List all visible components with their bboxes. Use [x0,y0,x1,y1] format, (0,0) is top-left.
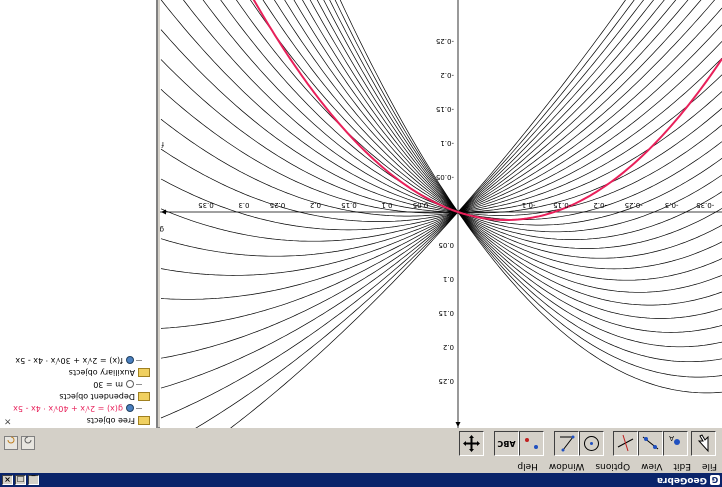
family-curve [160,59,722,213]
x-tick-label: -0.25 [625,201,643,209]
svg-text:A: A [669,434,674,442]
family-curve [160,0,722,306]
x-tick-label: -0.15 [553,201,571,209]
curve-label-g: g [160,226,164,234]
folder-icon [138,368,150,377]
x-tick-label: -0.35 [696,201,714,209]
toolbar: A ABC [0,427,722,459]
arrow-icon [697,434,709,453]
algebra-item-text: f(x) = 2√x + 30√x · 4x - 5x [15,356,123,365]
visibility-icon[interactable] [126,356,134,365]
folder-dependent-objects[interactable]: Dependent objects [59,392,150,401]
close-icon[interactable]: × [4,416,12,426]
algebra-item-g[interactable]: g(x) = 2√x + 40√x · 4x - 5x [13,404,142,413]
perpendicular-icon [617,434,634,452]
menu-window[interactable]: Window [549,461,585,471]
move-tool[interactable] [691,431,716,456]
undo-icon [24,436,32,444]
menu-view[interactable]: View [641,461,662,471]
folder-auxiliary-objects[interactable]: Auxiliary objects [69,368,150,377]
maximize-button[interactable]: □ [15,475,26,485]
geogebra-icon: G [710,475,720,485]
menu-edit[interactable]: Edit [674,461,691,471]
x-tick-label: 0.05 [413,201,429,209]
curve-label-f: f [161,140,164,148]
y-tick-label: -0.2 [440,71,454,79]
x-tick-label: -0.1 [522,201,536,209]
toolgroup-transform: ABC [494,431,544,456]
algebra-item-f[interactable]: f(x) = 2√x + 30√x · 4x - 5x [15,356,142,365]
geogebra-window: G GeoGebra _ □ × File Edit View Options … [0,0,722,487]
algebra-item-m[interactable]: m = 30 [93,380,142,389]
y-tick-label: -0.05 [436,173,454,181]
redo-button[interactable] [4,436,18,450]
x-tick-label: -0.3 [665,201,679,209]
x-tick-label: 0.15 [341,201,357,209]
point-icon: A [669,434,680,445]
circle-tool[interactable] [579,431,604,456]
folder-free-objects[interactable]: Free objects [87,416,150,425]
minimize-button[interactable]: _ [28,475,39,485]
tree-branch [136,360,142,361]
tree-branch [136,408,142,409]
x-tick-label: 0.2 [310,201,321,209]
y-tick-label: -0.15 [436,105,454,113]
line-icon [642,436,659,450]
redo-icon [7,436,15,444]
toolgroup-view [459,431,484,456]
graphics-view[interactable]: -0.4-0.35-0.3-0.25-0.2-0.15-0.10.050.10.… [160,0,722,428]
y-tick-label: 0.05 [438,241,454,249]
y-tick-label: 0.15 [438,309,454,317]
undo-button[interactable] [21,436,35,450]
x-tick-label: -0.2 [593,201,607,209]
y-tick-label: 0.1 [443,275,454,283]
folder-label: Auxiliary objects [68,368,135,377]
folder-icon [138,416,150,425]
line-tool[interactable] [638,431,663,456]
function-plot[interactable]: -0.4-0.35-0.3-0.25-0.2-0.15-0.10.050.10.… [160,0,722,428]
family-curve [160,0,722,329]
toolgroup-circle [554,431,604,456]
x-tick-label: 0.1 [381,201,392,209]
move-view-tool[interactable] [459,431,484,456]
visibility-icon[interactable] [126,404,134,413]
window-title: GeoGebra [656,475,707,485]
circle-icon [584,436,599,451]
y-tick-label: -0.25 [436,37,454,45]
y-tick-label: -0.1 [440,139,454,147]
move-view-icon [463,435,480,452]
folder-icon [138,392,150,401]
algebra-item-text: m = 30 [93,380,123,389]
x-tick-label: 0.35 [198,201,214,209]
reflect-tool[interactable] [519,431,544,456]
folder-label: Free objects [86,416,135,425]
folder-label: Dependent objects [59,392,135,401]
text-tool[interactable]: ABC [494,431,519,456]
algebra-view: × Free objects g(x) = 2√x + 40√x · 4x - … [0,0,158,428]
x-tick-label: 0.3 [238,201,249,209]
y-tick-label: 0.2 [443,343,454,351]
y-axis-arrow [455,422,461,427]
algebra-item-text: g(x) = 2√x + 40√x · 4x - 5x [13,404,123,413]
menu-file[interactable]: File [702,461,717,471]
tree-branch [136,384,142,385]
toolgroup-move [691,431,716,456]
perpendicular-tool[interactable] [613,431,638,456]
x-tick-label: 0.25 [270,201,286,209]
title-bar[interactable]: G GeoGebra _ □ × [0,473,722,487]
menu-help[interactable]: Help [517,461,538,471]
y-tick-label: 0.25 [438,377,454,385]
toolgroup-construct: A [613,431,688,456]
family-curve [160,0,722,333]
angle-tool[interactable] [554,431,579,456]
reflect-icon [525,438,538,449]
point-tool[interactable]: A [663,431,688,456]
menu-options[interactable]: Options [595,461,630,471]
close-button[interactable]: × [2,475,13,485]
visibility-icon[interactable] [126,380,134,389]
menu-bar: File Edit View Options Window Help [0,459,722,473]
angle-icon [560,435,575,452]
